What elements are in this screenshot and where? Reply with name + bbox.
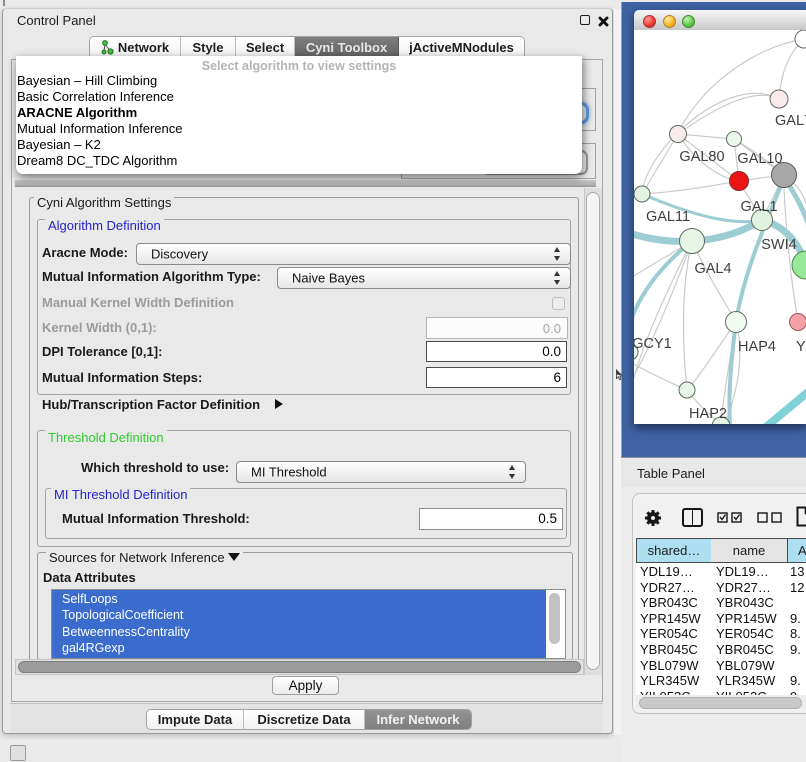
svg-text:GAL4: GAL4 bbox=[694, 261, 731, 277]
svg-text:SWI4: SWI4 bbox=[761, 237, 796, 253]
svg-text:HAP4: HAP4 bbox=[738, 339, 776, 355]
svg-text:GAL11: GAL11 bbox=[646, 209, 690, 225]
svg-text:GAL80: GAL80 bbox=[679, 149, 724, 165]
svg-text:YJ: YJ bbox=[796, 339, 806, 355]
svg-text:GAL7: GAL7 bbox=[775, 113, 806, 129]
svg-text:GAL10: GAL10 bbox=[737, 151, 782, 167]
svg-text:GCY1: GCY1 bbox=[634, 336, 672, 352]
svg-text:GAL1: GAL1 bbox=[740, 199, 777, 215]
svg-text:HAP2: HAP2 bbox=[689, 406, 727, 422]
